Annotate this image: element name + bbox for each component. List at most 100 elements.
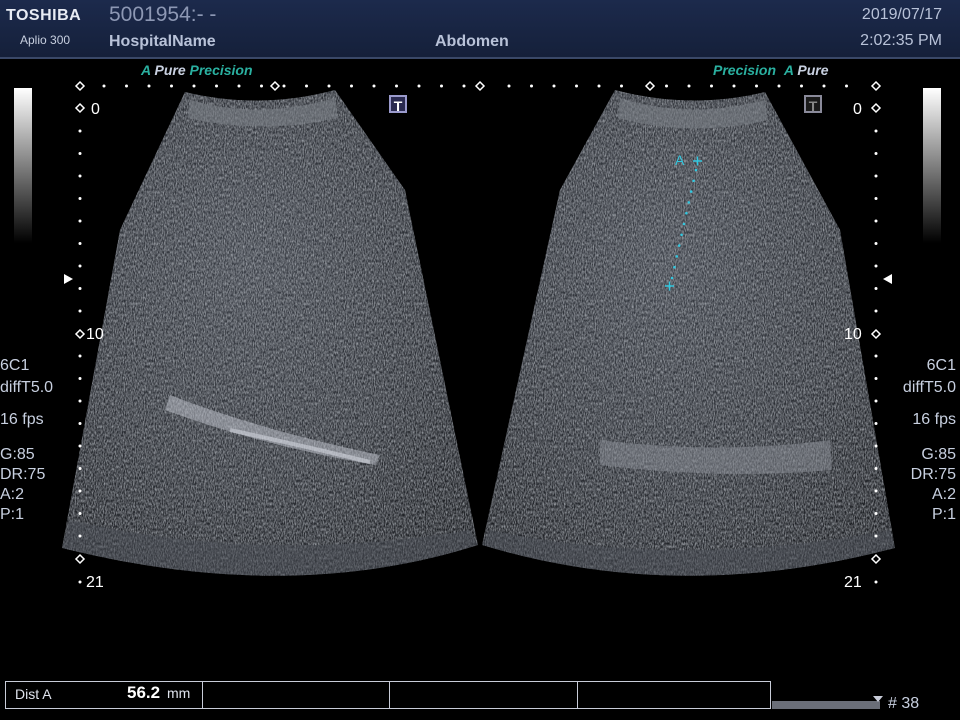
- scale-dot: [507, 84, 511, 88]
- scale-dot: [822, 84, 826, 88]
- acoustic-label: A:2: [0, 486, 25, 503]
- scale-dot: [305, 84, 308, 88]
- measurement-cell-empty: [203, 682, 390, 708]
- scale-dot: [78, 377, 82, 380]
- depth-label-bottom-right: 21: [844, 574, 862, 591]
- scale-dot: [78, 129, 82, 133]
- scale-dot: [78, 197, 82, 200]
- scale-dot: [530, 84, 533, 88]
- measurement-cell-empty: [390, 682, 578, 708]
- scale-dot: [125, 84, 128, 88]
- scale-dot: [78, 489, 82, 493]
- caliper-dot: [677, 244, 681, 247]
- scale-dot: [874, 354, 878, 358]
- scale-dot: [417, 84, 421, 88]
- scale-dot: [710, 84, 713, 88]
- exam-preset[interactable]: Abdomen: [435, 33, 509, 51]
- scale-dot: [874, 489, 878, 493]
- scale-dot: [552, 84, 556, 88]
- scale-dot: [462, 84, 466, 88]
- caliper-dot: [692, 179, 695, 183]
- scale-dot: [800, 84, 803, 88]
- scale-dot: [874, 242, 878, 245]
- fps-label: 16 fps: [912, 411, 956, 428]
- params-right: 6C1 diffT5.0 16 fps G:85 DR:75 A:2 P:1: [903, 355, 956, 525]
- scale-dot: [78, 512, 82, 515]
- scale-dot: [597, 84, 601, 88]
- scale-dot: [732, 84, 736, 88]
- acoustic-label: A:2: [931, 486, 956, 503]
- probe-label: 6C1: [926, 357, 956, 374]
- caliper-dot: [687, 201, 691, 204]
- measurement-table: Dist A 56.2 mm: [5, 681, 771, 709]
- cine-progress-bar[interactable]: [772, 701, 880, 709]
- scale-dot: [78, 354, 82, 358]
- scale-dot: [874, 399, 878, 403]
- scale-dot: [874, 287, 878, 290]
- focus-marker-left-icon[interactable]: [64, 274, 73, 284]
- depth-label-bottom-left: 21: [86, 574, 104, 591]
- scale-dot: [78, 309, 82, 313]
- scale-dot: [78, 242, 82, 245]
- caliper-label: A: [675, 152, 685, 168]
- scale-dot: [874, 467, 878, 470]
- exam-time: 2:02:35 PM: [860, 32, 942, 49]
- scale-dot: [755, 84, 758, 88]
- scale-dot: [237, 84, 241, 88]
- scale-dot: [327, 84, 331, 88]
- scale-dot: [874, 129, 878, 133]
- scale-dot: [102, 84, 106, 88]
- scale-dot: [665, 84, 668, 88]
- scale-dot: [874, 377, 878, 380]
- harmonic-label: diffT5.0: [902, 379, 956, 396]
- scale-dot: [874, 174, 878, 178]
- depth-label-mid-left: 10: [86, 326, 104, 343]
- left-ultrasound-image[interactable]: [60, 88, 480, 608]
- scale-dot: [440, 84, 443, 88]
- measurement-cell-dist-a[interactable]: Dist A 56.2 mm: [6, 682, 203, 708]
- grayscale-bar-left: [14, 88, 32, 243]
- t-badge-left[interactable]: T: [389, 95, 407, 114]
- mode-label-left: A Pure Precision: [141, 62, 253, 78]
- scale-dot: [192, 84, 196, 88]
- scale-dot: [874, 534, 878, 538]
- depth-label-mid-right: 10: [844, 326, 862, 343]
- scale-dot: [78, 219, 82, 223]
- brand-logo: TOSHIBA: [6, 7, 82, 24]
- t-badge-right[interactable]: T: [804, 95, 822, 114]
- scale-dot: [687, 84, 691, 88]
- patient-id[interactable]: 5001954:- -: [109, 3, 216, 27]
- harmonic-label: diffT5.0: [0, 379, 54, 396]
- caliper-dot: [675, 255, 679, 258]
- caliper-dot: [694, 168, 698, 172]
- caliper-dot: [682, 222, 686, 226]
- cine-position-marker-icon[interactable]: [873, 696, 883, 702]
- scale-dot: [874, 422, 878, 425]
- depth-label-top-left: 0: [91, 101, 100, 118]
- ultrasound-image-area[interactable]: [0, 60, 960, 680]
- scale-dot: [777, 84, 781, 88]
- scale-dot: [874, 152, 878, 155]
- scale-dot: [78, 467, 82, 470]
- scale-dot: [147, 84, 151, 88]
- device-model: Aplio 300: [20, 33, 71, 47]
- scale-dot: [874, 444, 878, 448]
- measurement-cell-empty: [578, 682, 770, 708]
- scale-dot: [620, 84, 623, 88]
- scale-dot: [78, 287, 82, 290]
- grayscale-bar-right: [923, 88, 941, 243]
- scale-dot: [78, 174, 82, 178]
- exam-date: 2019/07/17: [861, 6, 942, 23]
- fps-label: 16 fps: [0, 411, 44, 428]
- frame-number: # 38: [888, 695, 920, 712]
- params-left: 6C1 diffT5.0 16 fps G:85 DR:75 A:2 P:1: [0, 355, 53, 525]
- scale-dot: [282, 84, 286, 88]
- dr-label: DR:75: [910, 466, 956, 483]
- right-ultrasound-image[interactable]: [480, 88, 900, 608]
- scale-dot: [78, 152, 82, 155]
- scale-dot: [78, 399, 82, 403]
- scale-dot: [78, 264, 82, 268]
- focus-marker-right-icon[interactable]: [883, 274, 892, 284]
- scale-dot: [78, 534, 82, 538]
- scale-dot: [78, 444, 82, 448]
